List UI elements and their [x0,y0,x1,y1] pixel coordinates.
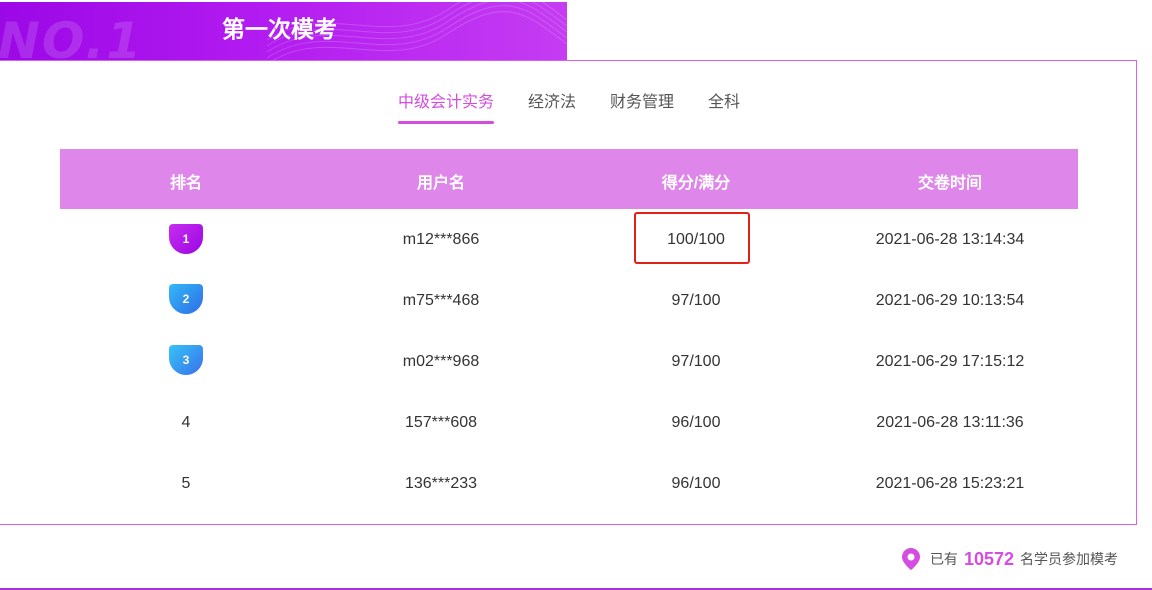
header-username: 用户名 [416,175,466,192]
subject-tabs: 中级会计实务 经济法 财务管理 全科 [0,88,1152,128]
location-pin-icon [901,548,920,570]
score-cell: 96/100 [671,475,721,492]
participant-count: 已有 10572 名学员参加模考 [901,548,1118,570]
tab-all-subjects[interactable]: 全科 [708,88,740,121]
tab-economic-law[interactable]: 经济法 [528,88,576,121]
table-row: 3 m02***968 97/100 2021-06-29 17:15:12 [0,331,1152,392]
username-cell: m02***968 [402,353,480,370]
participant-prefix: 已有 [929,551,958,567]
exam-banner: NO.1 第一次模考 [0,2,567,60]
banner-deco-text: NO.1 [0,12,144,60]
submit-time-cell: 2021-06-28 13:14:34 [875,231,1025,248]
table-row: 1 m12***866 100/100 2021-06-28 13:14:34 [0,209,1152,270]
table-row: 5 136***233 96/100 2021-06-28 15:23:21 [0,453,1152,514]
username-cell: m12***866 [402,231,480,248]
rank-cell: 5 [181,475,191,492]
score-cell: 97/100 [671,292,721,309]
rank-medal-gold: 1 [169,224,203,254]
submit-time-cell: 2021-06-29 10:13:54 [875,292,1025,309]
header-submit-time: 交卷时间 [917,175,983,192]
tab-intermediate-accounting[interactable]: 中级会计实务 [398,88,495,124]
username-cell: 157***608 [404,414,478,431]
header-rank: 排名 [169,175,203,192]
table-row: 4 157***608 96/100 2021-06-28 13:11:36 [0,392,1152,453]
ranking-table-header: 排名 用户名 得分/满分 交卷时间 [60,149,1078,209]
rank-medal-bronze: 3 [169,345,203,375]
score-cell: 96/100 [671,414,721,431]
header-score: 得分/满分 [661,175,731,192]
score-highlight-box [634,212,750,264]
score-cell: 97/100 [671,353,721,370]
submit-time-cell: 2021-06-28 13:11:36 [876,414,1024,431]
participant-number: 10572 [963,548,1014,569]
username-cell: m75***468 [402,292,480,309]
table-row: 2 m75***468 97/100 2021-06-29 10:13:54 [0,270,1152,331]
tab-financial-management[interactable]: 财务管理 [610,88,674,121]
banner-title: 第一次模考 [222,16,337,42]
username-cell: 136***233 [404,475,478,492]
rank-cell: 4 [181,414,191,431]
participant-suffix: 名学员参加模考 [1020,551,1118,567]
rank-medal-silver: 2 [169,284,203,314]
submit-time-cell: 2021-06-28 15:23:21 [875,475,1025,492]
submit-time-cell: 2021-06-29 17:15:12 [875,353,1025,370]
